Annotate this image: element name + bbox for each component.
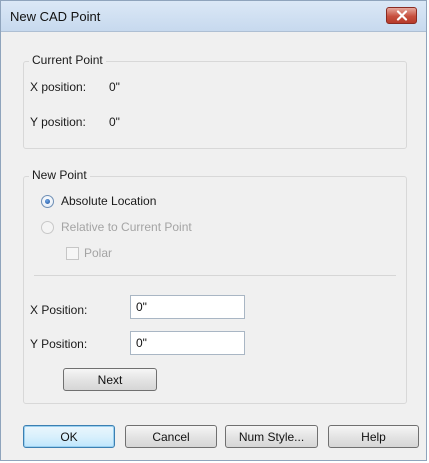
relative-to-current-radio[interactable] xyxy=(41,221,54,234)
polar-checkbox[interactable] xyxy=(66,247,79,260)
new-y-label: Y Position: xyxy=(30,337,88,351)
absolute-location-radio[interactable] xyxy=(41,195,54,208)
polar-label[interactable]: Polar xyxy=(84,246,112,260)
next-button[interactable]: Next xyxy=(63,368,157,391)
current-y-value: 0" xyxy=(109,115,120,129)
absolute-location-label[interactable]: Absolute Location xyxy=(61,194,156,208)
current-x-value: 0" xyxy=(109,80,120,94)
current-point-group xyxy=(23,61,407,149)
window-title: New CAD Point xyxy=(10,9,101,24)
help-button[interactable]: Help xyxy=(328,425,419,448)
ok-button[interactable]: OK xyxy=(23,425,115,448)
radio-dot-icon xyxy=(45,199,50,204)
new-point-group-label: New Point xyxy=(29,168,90,182)
current-y-label: Y position: xyxy=(30,115,86,129)
current-x-label: X position: xyxy=(30,80,87,94)
relative-to-current-label[interactable]: Relative to Current Point xyxy=(61,220,192,234)
current-point-group-label: Current Point xyxy=(29,53,106,67)
cancel-button[interactable]: Cancel xyxy=(125,425,217,448)
dialog-window: New CAD Point Current Point X position: … xyxy=(0,0,427,461)
group-divider xyxy=(34,275,396,276)
close-icon xyxy=(396,10,408,21)
x-position-input[interactable] xyxy=(130,295,245,319)
close-button[interactable] xyxy=(386,7,417,24)
new-x-label: X Position: xyxy=(30,303,88,317)
num-style-button[interactable]: Num Style... xyxy=(225,425,318,448)
y-position-input[interactable] xyxy=(130,331,245,355)
title-bar[interactable]: New CAD Point xyxy=(1,1,426,32)
